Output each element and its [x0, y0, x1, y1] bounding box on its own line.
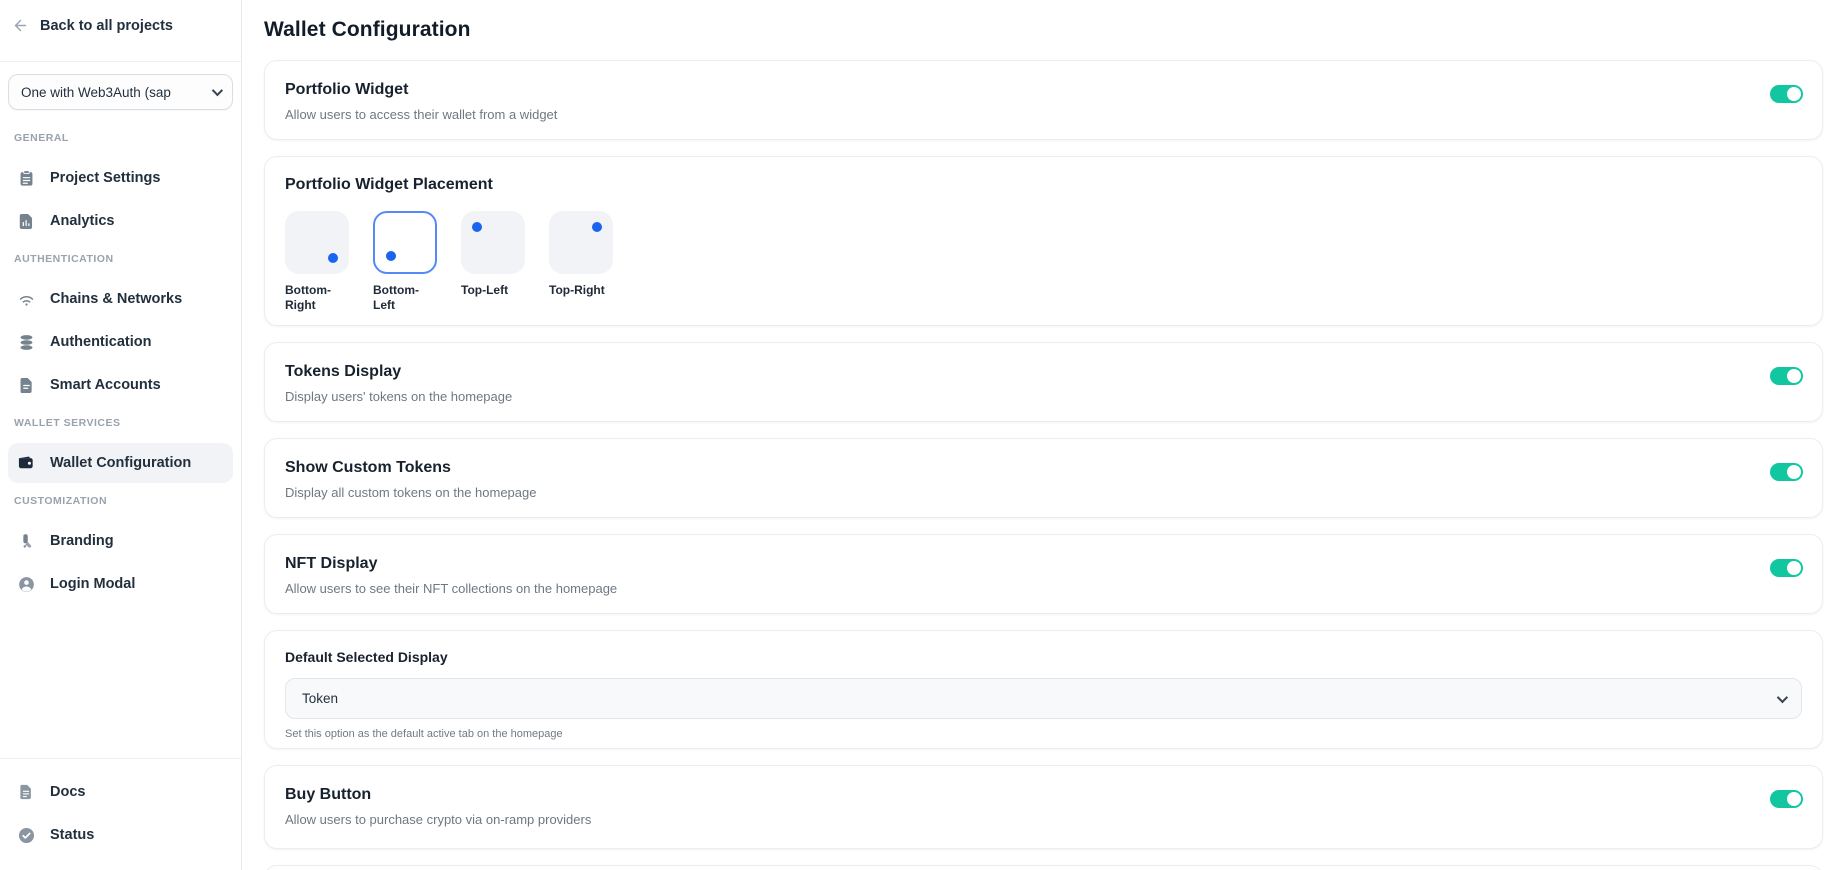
sidebar-item-label: Docs [50, 784, 85, 800]
file-icon [16, 375, 36, 395]
select-helper-text: Set this option as the default active ta… [285, 728, 1802, 740]
position-dot-icon [592, 222, 602, 232]
portfolio-widget-card: Portfolio Widget Allow users to access t… [264, 60, 1823, 140]
back-to-projects-link[interactable]: Back to all projects [0, 0, 241, 61]
database-icon [16, 332, 36, 352]
sidebar-item-label: Wallet Configuration [50, 455, 191, 471]
placement-tile [285, 211, 349, 274]
card-title: Show Custom Tokens [285, 457, 1802, 478]
portfolio-widget-toggle[interactable] [1770, 85, 1803, 103]
sidebar-item-smart-accounts[interactable]: Smart Accounts [8, 365, 233, 405]
card-title: Portfolio Widget Placement [285, 174, 1802, 195]
position-dot-icon [328, 253, 338, 263]
project-selector-value: One with Web3Auth (sap [21, 85, 171, 100]
sidebar-nav: GENERAL Project Settings Analytics AUTHE… [0, 110, 241, 607]
card-title: Buy Button [285, 784, 1802, 805]
sidebar-item-branding[interactable]: Branding [8, 521, 233, 561]
tokens-display-card: Tokens Display Display users' tokens on … [264, 342, 1823, 422]
placement-option-top-left[interactable]: Top-Left [461, 211, 525, 313]
wifi-icon [16, 289, 36, 309]
show-custom-tokens-toggle[interactable] [1770, 463, 1803, 481]
card-description: Allow users to see their NFT collections… [285, 581, 1802, 597]
sidebar-item-label: Project Settings [50, 170, 160, 186]
brush-icon [16, 531, 36, 551]
card-title: Portfolio Widget [285, 79, 1802, 100]
sidebar-footer: Docs Status [0, 758, 241, 870]
placement-option-top-right[interactable]: Top-Right [549, 211, 613, 313]
placement-option-bottom-left[interactable]: Bottom-Left [373, 211, 437, 313]
placement-tile-selected [373, 211, 437, 274]
sidebar: Back to all projects One with Web3Auth (… [0, 0, 242, 870]
sidebar-item-label: Status [50, 827, 94, 843]
section-label-authentication: AUTHENTICATION [14, 253, 227, 265]
card-description: Display users' tokens on the homepage [285, 389, 1802, 405]
sidebar-item-login-modal[interactable]: Login Modal [8, 564, 233, 604]
portfolio-widget-placement-card: Portfolio Widget Placement Bottom-Right … [264, 156, 1823, 326]
placement-label: Top-Left [461, 283, 525, 298]
section-label-wallet-services: WALLET SERVICES [14, 417, 227, 429]
card-description: Display all custom tokens on the homepag… [285, 485, 1802, 501]
sidebar-item-label: Chains & Networks [50, 291, 182, 307]
placement-tile [549, 211, 613, 274]
chevron-down-icon [212, 85, 223, 96]
placement-label: Bottom-Right [285, 283, 349, 313]
section-label-customization: CUSTOMIZATION [14, 495, 227, 507]
main-content: Wallet Configuration Portfolio Widget Al… [242, 0, 1840, 870]
placement-label: Bottom-Left [373, 283, 437, 313]
page-title: Wallet Configuration [264, 18, 1823, 42]
show-custom-tokens-card: Show Custom Tokens Display all custom to… [264, 438, 1823, 518]
card-title: NFT Display [285, 553, 1802, 574]
default-display-select[interactable]: Token [285, 678, 1802, 719]
toggle-knob [1787, 792, 1801, 806]
chevron-down-icon [1777, 691, 1788, 702]
sidebar-item-docs[interactable]: Docs [8, 772, 233, 812]
wallet-icon [16, 453, 36, 473]
user-icon [16, 574, 36, 594]
doc-icon [16, 782, 36, 802]
toggle-knob [1787, 465, 1801, 479]
toggle-knob [1787, 369, 1801, 383]
sidebar-item-status[interactable]: Status [8, 815, 233, 855]
arrow-left-icon [12, 17, 29, 34]
nft-display-toggle[interactable] [1770, 559, 1803, 577]
sidebar-item-label: Login Modal [50, 576, 135, 592]
clipboard-icon [16, 168, 36, 188]
sidebar-item-authentication[interactable]: Authentication [8, 322, 233, 362]
placement-tile [461, 211, 525, 274]
placement-option-bottom-right[interactable]: Bottom-Right [285, 211, 349, 313]
select-label: Default Selected Display [285, 648, 1802, 666]
default-selected-display-card: Default Selected Display Token Set this … [264, 630, 1823, 749]
sidebar-top-divider [0, 61, 241, 62]
position-dot-icon [472, 222, 482, 232]
buy-button-toggle[interactable] [1770, 790, 1803, 808]
position-dot-icon [386, 251, 396, 261]
sidebar-item-wallet-configuration[interactable]: Wallet Configuration [8, 443, 233, 483]
tokens-display-toggle[interactable] [1770, 367, 1803, 385]
check-circle-icon [16, 825, 36, 845]
card-description: Allow users to access their wallet from … [285, 107, 1802, 123]
back-label: Back to all projects [40, 18, 173, 34]
sidebar-item-label: Analytics [50, 213, 114, 229]
sidebar-item-chains-networks[interactable]: Chains & Networks [8, 279, 233, 319]
sidebar-item-label: Branding [50, 533, 114, 549]
buy-button-card: Buy Button Allow users to purchase crypt… [264, 765, 1823, 849]
select-value: Token [302, 691, 338, 706]
sidebar-item-label: Authentication [50, 334, 152, 350]
sidebar-item-label: Smart Accounts [50, 377, 161, 393]
toggle-knob [1787, 87, 1801, 101]
analytics-doc-icon [16, 211, 36, 231]
project-selector-dropdown[interactable]: One with Web3Auth (sap [8, 74, 233, 110]
toggle-knob [1787, 561, 1801, 575]
card-description: Allow users to purchase crypto via on-ra… [285, 812, 1802, 828]
placement-options-row: Bottom-Right Bottom-Left Top-Left Top-Ri… [285, 211, 1802, 313]
sidebar-item-project-settings[interactable]: Project Settings [8, 158, 233, 198]
next-card-partial [264, 865, 1823, 870]
sidebar-item-analytics[interactable]: Analytics [8, 201, 233, 241]
card-title: Tokens Display [285, 361, 1802, 382]
nft-display-card: NFT Display Allow users to see their NFT… [264, 534, 1823, 614]
section-label-general: GENERAL [14, 132, 227, 144]
placement-label: Top-Right [549, 283, 613, 298]
